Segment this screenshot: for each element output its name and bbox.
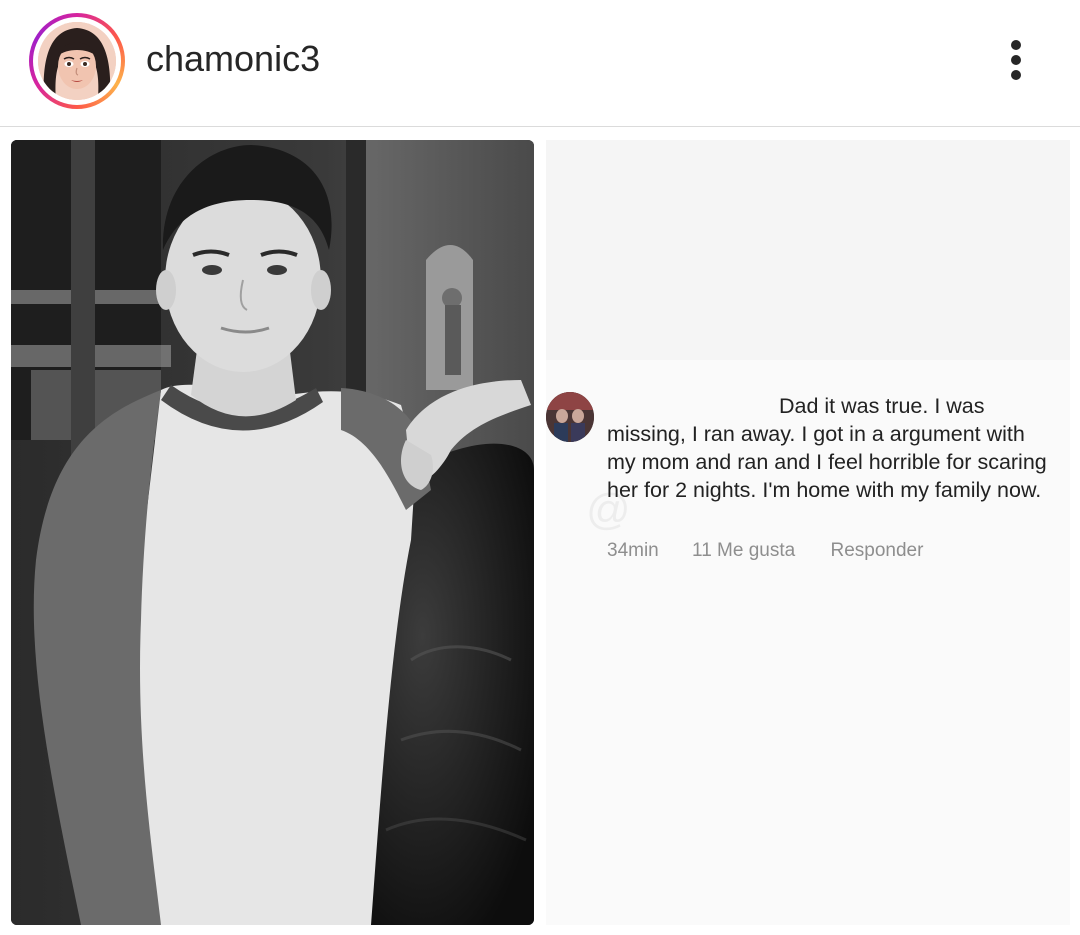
blank-area <box>546 140 1070 360</box>
post-header: chamonic3 <box>0 0 1080 127</box>
avatar-illustration-icon <box>38 22 116 100</box>
more-options-button[interactable] <box>996 34 1036 86</box>
comment-screenshot: @ Dad it was true. I was missing, I ran … <box>546 140 1070 925</box>
reply-button[interactable]: Responder <box>830 540 923 562</box>
more-options-icon-dot <box>1011 70 1021 80</box>
more-options-icon <box>1011 40 1021 50</box>
avatar[interactable] <box>38 22 116 100</box>
commenter-avatar[interactable] <box>546 392 594 442</box>
username-link[interactable]: chamonic3 <box>146 38 320 80</box>
photo-image <box>11 140 534 925</box>
comment-text: Dad it was true. I was missing, I ran aw… <box>607 392 1057 504</box>
comment-meta: 34min 11 Me gusta Responder <box>607 540 923 562</box>
comment-time: 34min <box>607 540 659 561</box>
blurred-commenter-name <box>607 398 773 416</box>
avatar-border <box>33 17 121 105</box>
commenter-avatar-icon <box>546 392 594 442</box>
post-photo[interactable] <box>11 140 534 925</box>
story-ring[interactable] <box>29 13 125 109</box>
more-options-icon-dot <box>1011 55 1021 65</box>
comment-likes[interactable]: 11 Me gusta <box>692 540 795 562</box>
